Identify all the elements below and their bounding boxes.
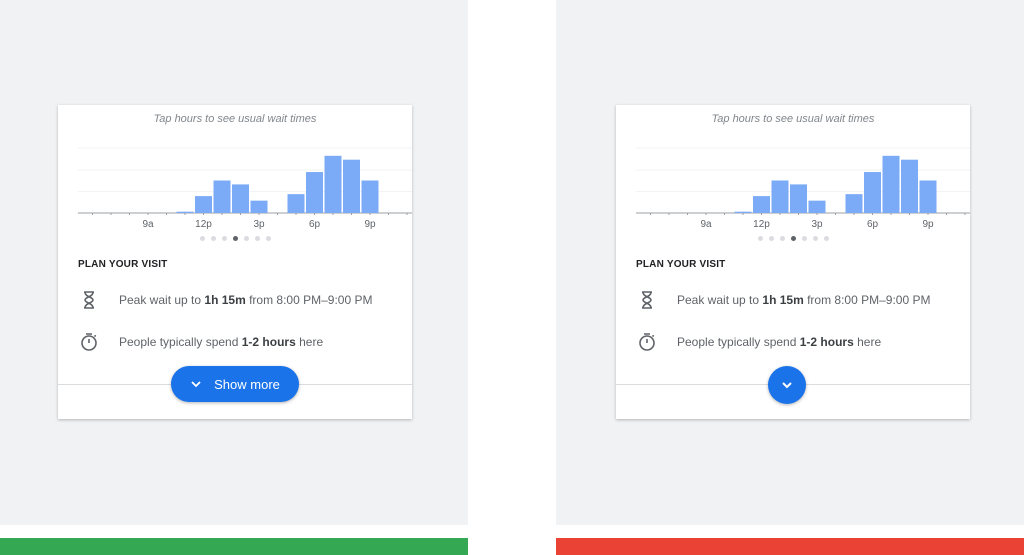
page-dot[interactable] [232,236,238,241]
tick-label: 12p [753,219,770,230]
page-dot[interactable] [823,236,829,241]
expand-button[interactable] [768,366,806,404]
bar-9p[interactable] [361,180,379,214]
page-dot[interactable] [199,236,205,241]
wait-times-chart[interactable]: 9a 12p 3p 6p 9p [616,133,970,233]
bar-1p[interactable] [771,180,789,214]
bar-9p[interactable] [919,180,937,214]
time-spent-text: People typically spend 1-2 hours here [677,335,882,349]
time-spent-text: People typically spend 1-2 hours here [119,335,324,349]
page-dot[interactable] [221,236,227,241]
peak-wait-text: Peak wait up to 1h 15m from 8:00 PM–9:00… [119,293,373,307]
bar-3p[interactable] [808,200,826,213]
page-dot[interactable] [243,236,249,241]
bar-2p[interactable] [232,184,249,213]
tick-label: 9p [922,219,934,230]
bar-5p[interactable] [287,194,305,213]
time-spent-row: People typically spend 1-2 hours here [78,330,398,354]
tick-label: 9a [142,219,154,230]
wait-times-card: Tap hours to see usual wait times 9a 12p 3… [58,105,412,419]
tick-label: 6p [867,219,879,230]
bad-indicator-bar [556,538,1024,555]
bar-5p[interactable] [845,194,863,213]
wait-times-card: Tap hours to see usual wait times 9a 12p 3… [616,105,970,419]
wait-times-hint: Tap hours to see usual wait times [153,113,317,125]
timer-icon [78,332,100,352]
tick-label: 9p [364,219,376,230]
plan-visit-title: PLAN YOUR VISIT [78,259,168,270]
bar-12p[interactable] [753,196,770,213]
timer-icon [636,332,658,352]
peak-wait-row: Peak wait up to 1h 15m from 8:00 PM–9:00… [78,288,398,312]
bar-2p[interactable] [790,184,807,213]
bar-7p[interactable] [882,155,900,213]
page-dot[interactable] [210,236,216,241]
plan-visit-title: PLAN YOUR VISIT [636,259,726,270]
peak-wait-row: Peak wait up to 1h 15m from 8:00 PM–9:00… [636,288,956,312]
bar-1p[interactable] [213,180,231,214]
wait-times-chart[interactable]: 9a 12p 3p 6p 9p [58,133,412,233]
page-dot[interactable] [812,236,818,241]
page-dot[interactable] [757,236,763,241]
tick-label: 6p [309,219,321,230]
chevron-down-icon [782,382,792,389]
page-dot[interactable] [801,236,807,241]
bar-6p[interactable] [306,172,323,213]
page-dot[interactable] [265,236,271,241]
tick-label: 9a [700,219,712,230]
bar-8p[interactable] [901,159,918,213]
tick-label: 12p [195,219,212,230]
page-dot[interactable] [779,236,785,241]
peak-wait-text: Peak wait up to 1h 15m from 8:00 PM–9:00… [677,293,931,307]
tick-label: 3p [811,219,823,230]
good-indicator-bar [0,538,468,555]
bar-7p[interactable] [324,155,342,213]
chevron-down-icon [191,381,201,388]
wait-times-hint: Tap hours to see usual wait times [711,113,875,125]
good-example-panel: Tap hours to see usual wait times 9a 12p 3… [0,0,468,525]
page-dot[interactable] [790,236,796,241]
page-dots [616,236,970,241]
hourglass-icon [636,290,658,310]
show-more-button[interactable]: Show more [171,366,299,402]
bar-8p[interactable] [343,159,360,213]
bar-3p[interactable] [250,200,268,213]
page-dots [58,236,412,241]
hourglass-icon [78,290,100,310]
tick-label: 3p [253,219,265,230]
time-spent-row: People typically spend 1-2 hours here [636,330,956,354]
bad-example-panel: Tap hours to see usual wait times 9a 12p 3… [556,0,1024,525]
bar-11a[interactable] [734,211,752,213]
page-dot[interactable] [254,236,260,241]
bar-12p[interactable] [195,196,212,213]
show-more-label: Show more [214,376,280,392]
bar-6p[interactable] [864,172,881,213]
page-dot[interactable] [768,236,774,241]
bar-11a[interactable] [176,211,194,213]
